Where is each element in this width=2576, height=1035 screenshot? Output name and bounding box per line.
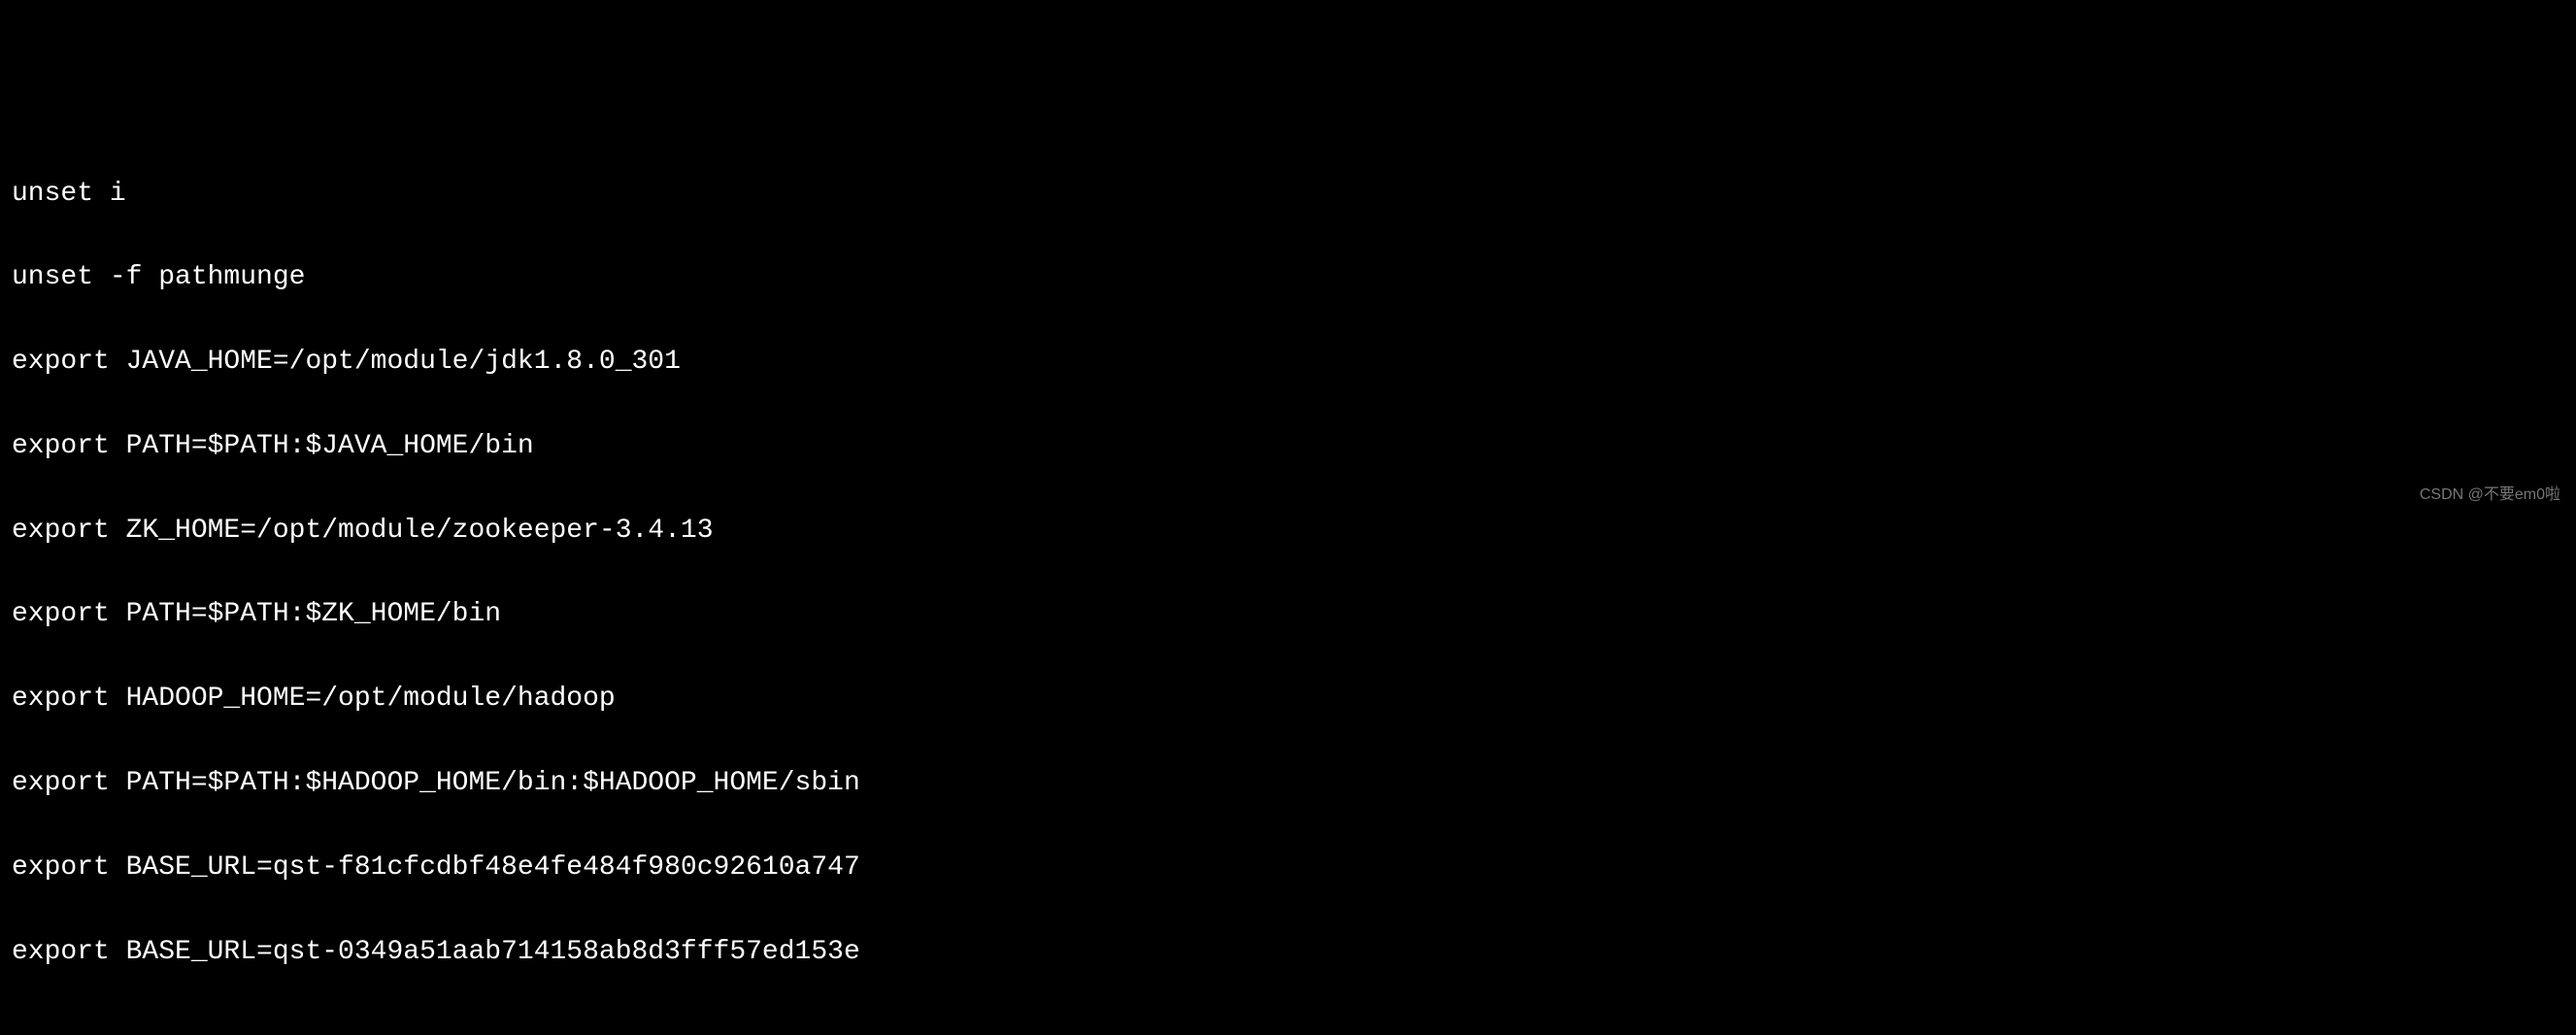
watermark-text: CSDN @不要em0啦 [2420, 484, 2560, 508]
terminal-line: export ZK_HOME=/opt/module/zookeeper-3.4… [12, 510, 2564, 551]
terminal-line: unset i [12, 173, 2564, 215]
terminal-line: export JAVA_HOME=/opt/module/jdk1.8.0_30… [12, 341, 2564, 383]
terminal-line: export BASE_URL=qst-0349a51aab714158ab8d… [12, 931, 2564, 973]
terminal-line: export BASE_URL=qst-f81cfcdbf48e4fe484f9… [12, 847, 2564, 888]
terminal-line: export PATH=$PATH:$JAVA_HOME/bin [12, 425, 2564, 467]
terminal-line: export PATH=$PATH:$HADOOP_HOME/bin:$HADO… [12, 762, 2564, 804]
terminal-line: export HADOOP_HOME=/opt/module/hadoop [12, 678, 2564, 719]
terminal-line: export PATH=$PATH:$ZK_HOME/bin [12, 593, 2564, 635]
terminal-line: unset -f pathmunge [12, 256, 2564, 298]
